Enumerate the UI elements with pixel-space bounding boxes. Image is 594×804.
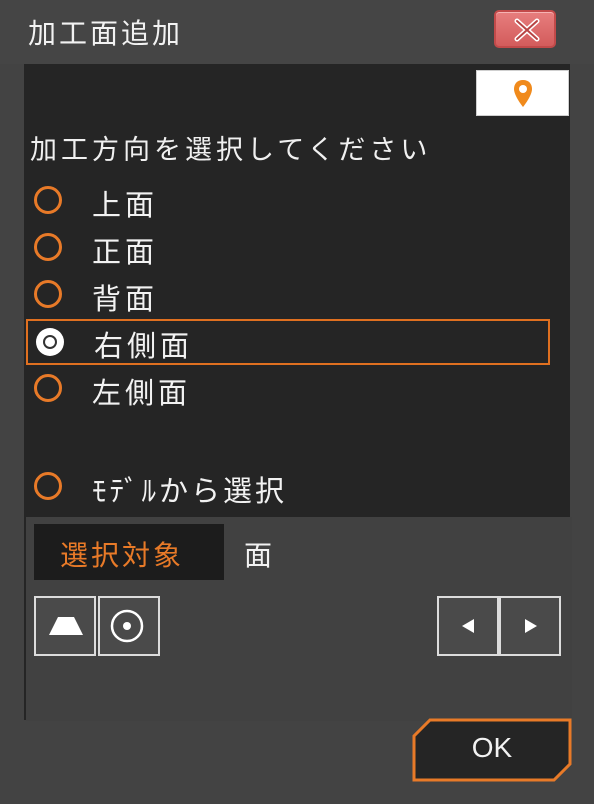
option-top-face[interactable]: 上面 [26, 178, 550, 224]
face-select-button[interactable] [34, 596, 96, 656]
dialog-window: 加工面追加 加工方向を選択してください 上面 正面 背面 右側面 左側面 ﾓﾃﾞ… [0, 0, 594, 804]
option-label: ﾓﾃﾞﾙから選択 [92, 474, 288, 508]
radio-button[interactable] [34, 472, 62, 500]
close-x-icon [514, 18, 540, 42]
option-right-face[interactable]: 右側面 [26, 319, 550, 365]
option-left-face[interactable]: 左側面 [26, 366, 550, 412]
option-back-face[interactable]: 背面 [26, 272, 550, 318]
option-select-from-model[interactable]: ﾓﾃﾞﾙから選択 [26, 464, 550, 510]
option-label: 左側面 [92, 376, 192, 410]
close-button[interactable] [494, 10, 556, 48]
radio-button[interactable] [34, 374, 62, 402]
ok-label: OK [471, 732, 513, 763]
selection-target-label: 選択対象 [60, 539, 185, 572]
next-arrow-icon [525, 619, 537, 633]
face-select-icon [49, 617, 83, 635]
radio-button-selected[interactable] [36, 328, 64, 356]
pin-button[interactable] [476, 70, 569, 116]
selection-target-label-box: 選択対象 [34, 524, 224, 580]
title-bar: 加工面追加 [0, 0, 594, 64]
prev-arrow-icon [462, 619, 474, 633]
radio-button[interactable] [34, 186, 62, 214]
option-label: 右側面 [94, 329, 194, 363]
option-front-face[interactable]: 正面 [26, 225, 550, 271]
ok-button[interactable]: OK [412, 718, 572, 782]
radio-button[interactable] [34, 233, 62, 261]
prev-button[interactable] [437, 596, 499, 656]
option-label: 上面 [92, 188, 159, 222]
next-button[interactable] [499, 596, 561, 656]
dialog-title: 加工面追加 [28, 17, 184, 50]
point-select-icon [110, 609, 144, 643]
option-label: 正面 [92, 235, 159, 269]
radio-button[interactable] [34, 280, 62, 308]
point-select-button[interactable] [98, 596, 160, 656]
selection-target-value: 面 [244, 539, 273, 572]
direction-prompt: 加工方向を選択してください [30, 135, 432, 166]
option-label: 背面 [92, 282, 159, 316]
map-pin-icon [514, 80, 532, 107]
